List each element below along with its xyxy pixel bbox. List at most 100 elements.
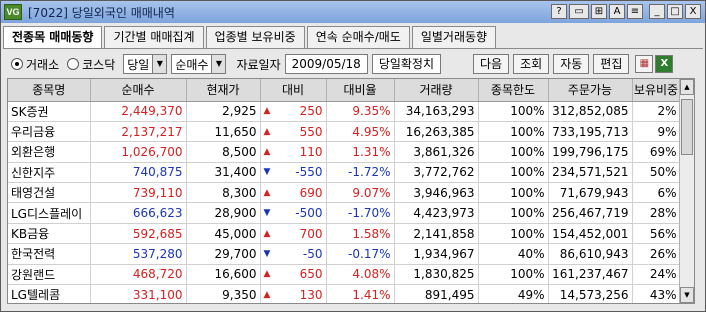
radio-dot-icon [67, 58, 80, 70]
maximize-button[interactable]: □ [667, 4, 683, 19]
vertical-scrollbar[interactable]: ▲ ▼ [679, 79, 694, 303]
cell-limit: 100% [478, 141, 549, 163]
cell-hold: 9% [632, 121, 681, 143]
cell-rate: 9.07% [326, 182, 395, 204]
table-row[interactable]: SK증권 2,449,370 2,925 ▲ 250 9.35% 34,163,293 100… [8, 101, 681, 122]
cell-change: ▼ -500 [260, 202, 327, 224]
cell-limit: 100% [478, 182, 549, 204]
cell-orderable: 14,573,256 [548, 284, 633, 303]
cell-orderable: 199,796,175 [548, 141, 633, 163]
sort-select[interactable]: 순매수 ▼ [171, 54, 227, 74]
cell-volume: 3,772,762 [394, 162, 479, 184]
cell-net: 1,026,700 [90, 141, 187, 163]
table-row[interactable]: 한국전력 537,280 29,700 ▼ -50 -0.17% 1,934,967 40% 8… [8, 243, 681, 265]
scroll-down-icon[interactable]: ▼ [680, 287, 694, 303]
down-arrow-icon: ▼ [263, 208, 271, 219]
cell-price: 29,700 [186, 243, 261, 265]
period-select[interactable]: 당일 ▼ [123, 54, 168, 74]
cell-hold: 43% [632, 284, 681, 303]
cell-hold: 2% [632, 101, 681, 122]
next-button[interactable]: 다음 [473, 54, 510, 74]
foreign-trading-table: 종목명 순매수 현재가 대비 대비율 거래량 종목한도 주문가능 보유비중 SK… [8, 79, 681, 303]
tab-daily-trading[interactable]: 일별거래동향 [411, 26, 497, 48]
menu-button[interactable]: ≡ [627, 4, 643, 19]
cell-net: 468,720 [90, 264, 187, 286]
col-header-orderable[interactable]: 주문가능 [548, 79, 633, 102]
col-header-name[interactable]: 종목명 [8, 79, 91, 102]
table-row[interactable]: 태영건설 739,110 8,300 ▲ 690 9.07% 3,946,963 100% 71… [8, 182, 681, 204]
edit-button[interactable]: 편집 [593, 54, 630, 74]
cell-change: ▲ 550 [260, 121, 327, 143]
date-field[interactable]: 2009/05/18 [284, 54, 368, 74]
confirm-status: 당일확정치 [371, 54, 442, 74]
cell-rate: -1.72% [326, 162, 395, 184]
change-value: -500 [295, 206, 323, 221]
cell-hold: 26% [632, 243, 681, 265]
table-row[interactable]: LG디스플레이 666,623 28,900 ▼ -500 -1.70% 4,423,973… [8, 202, 681, 224]
cell-price: 28,900 [186, 202, 261, 224]
tab-sector-holding[interactable]: 업종별 보유비중 [205, 26, 305, 48]
sort-select-value: 순매수 [175, 57, 209, 72]
help-button[interactable]: ? [551, 4, 567, 19]
cell-rate: 4.95% [326, 121, 395, 143]
cell-volume: 3,946,963 [394, 182, 479, 204]
tab-all-stocks[interactable]: 전종목 매매동향 [3, 26, 103, 48]
cell-change: ▲ 700 [260, 223, 327, 245]
scroll-thumb[interactable] [681, 99, 693, 155]
excel-icon[interactable]: X [655, 55, 674, 73]
font-button[interactable]: A [609, 4, 625, 19]
up-arrow-icon: ▲ [263, 126, 271, 137]
cell-orderable: 71,679,943 [548, 182, 633, 204]
down-arrow-icon: ▼ [263, 167, 271, 178]
cell-limit: 100% [478, 264, 549, 286]
title-bar[interactable]: VG [7022] 당일외국인 매매내역 ? ▭ ⊞ A ≡ _ □ X [1, 1, 705, 23]
col-header-change[interactable]: 대비 [260, 79, 327, 102]
restore-layout-button[interactable]: ▭ [569, 4, 589, 19]
minimize-button[interactable]: _ [649, 4, 665, 19]
cell-name: 우리금융 [8, 121, 91, 143]
up-arrow-icon: ▲ [263, 269, 271, 280]
radio-exchange-label: 거래소 [26, 57, 60, 72]
radio-exchange[interactable]: 거래소 [11, 56, 59, 73]
grid-icon[interactable]: ▦ [635, 55, 654, 73]
cell-name: 태영건설 [8, 182, 91, 204]
col-header-volume[interactable]: 거래량 [394, 79, 479, 102]
query-button[interactable]: 조회 [513, 54, 550, 74]
change-value: 130 [299, 287, 323, 302]
radio-kosdaq[interactable]: 코스닥 [67, 56, 115, 73]
change-value: 250 [299, 104, 323, 119]
table-row[interactable]: LG텔레콤 331,100 9,350 ▲ 130 1.41% 891,495 49% 14,5… [8, 284, 681, 303]
change-value: -50 [302, 246, 323, 261]
change-value: 690 [299, 185, 323, 200]
cell-volume: 1,830,825 [394, 264, 479, 286]
cell-orderable: 86,610,943 [548, 243, 633, 265]
table-row[interactable]: 신한지주 740,875 31,400 ▼ -550 -1.72% 3,772,762 100… [8, 162, 681, 184]
table-row[interactable]: 외환은행 1,026,700 8,500 ▲ 110 1.31% 3,861,326 100%… [8, 141, 681, 163]
col-header-net[interactable]: 순매수 [90, 79, 187, 102]
table-row[interactable]: KB금융 592,685 45,000 ▲ 700 1.58% 2,141,858 100% 1… [8, 223, 681, 245]
col-header-price[interactable]: 현재가 [186, 79, 261, 102]
cell-rate: 9.35% [326, 101, 395, 122]
col-header-rate[interactable]: 대비율 [326, 79, 395, 102]
radio-dot-icon [11, 58, 23, 70]
tab-period-summary[interactable]: 기간별 매매집계 [104, 26, 204, 48]
link-button[interactable]: ⊞ [591, 4, 607, 19]
tab-consecutive[interactable]: 연속 순매수/매도 [306, 26, 410, 48]
up-arrow-icon: ▲ [263, 187, 271, 198]
tab-bar: 전종목 매매동향 기간별 매매집계 업종별 보유비중 연속 순매수/매도 일별거… [3, 26, 498, 48]
table-row[interactable]: 우리금융 2,137,217 11,650 ▲ 550 4.95% 16,263,385 10… [8, 121, 681, 143]
col-header-limit[interactable]: 종목한도 [478, 79, 549, 102]
cell-change: ▲ 650 [260, 264, 327, 286]
auto-button[interactable]: 자동 [553, 54, 590, 74]
cell-limit: 100% [478, 101, 549, 122]
cell-price: 11,650 [186, 121, 261, 143]
up-arrow-icon: ▲ [263, 146, 271, 157]
cell-volume: 1,934,967 [394, 243, 479, 265]
col-header-hold[interactable]: 보유비중 [632, 79, 681, 102]
table-row[interactable]: 강원랜드 468,720 16,600 ▲ 650 4.08% 1,830,825 100% 1… [8, 264, 681, 286]
cell-volume: 4,423,973 [394, 202, 479, 224]
close-button[interactable]: X [685, 4, 701, 19]
cell-net: 666,623 [90, 202, 187, 224]
scroll-up-icon[interactable]: ▲ [680, 79, 694, 95]
cell-name: 외환은행 [8, 141, 91, 163]
